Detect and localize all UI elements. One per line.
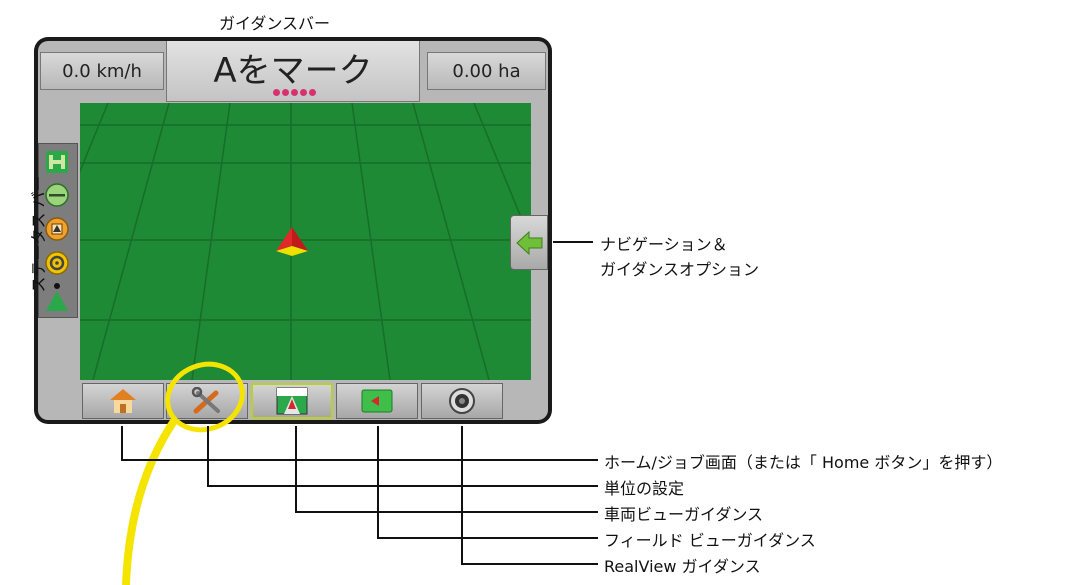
field-view-label: フィールド ビューガイダンス xyxy=(604,531,816,550)
callout-lines xyxy=(121,426,598,565)
vehicle-view-label: 車両ビューガイダンス xyxy=(604,505,764,524)
realview-label: RealView ガイダンス xyxy=(604,557,761,576)
home-label: ホーム/ジョブ画面（または「 Home ボタン」を押す） xyxy=(604,453,1003,472)
units-label: 単位の設定 xyxy=(604,479,685,498)
